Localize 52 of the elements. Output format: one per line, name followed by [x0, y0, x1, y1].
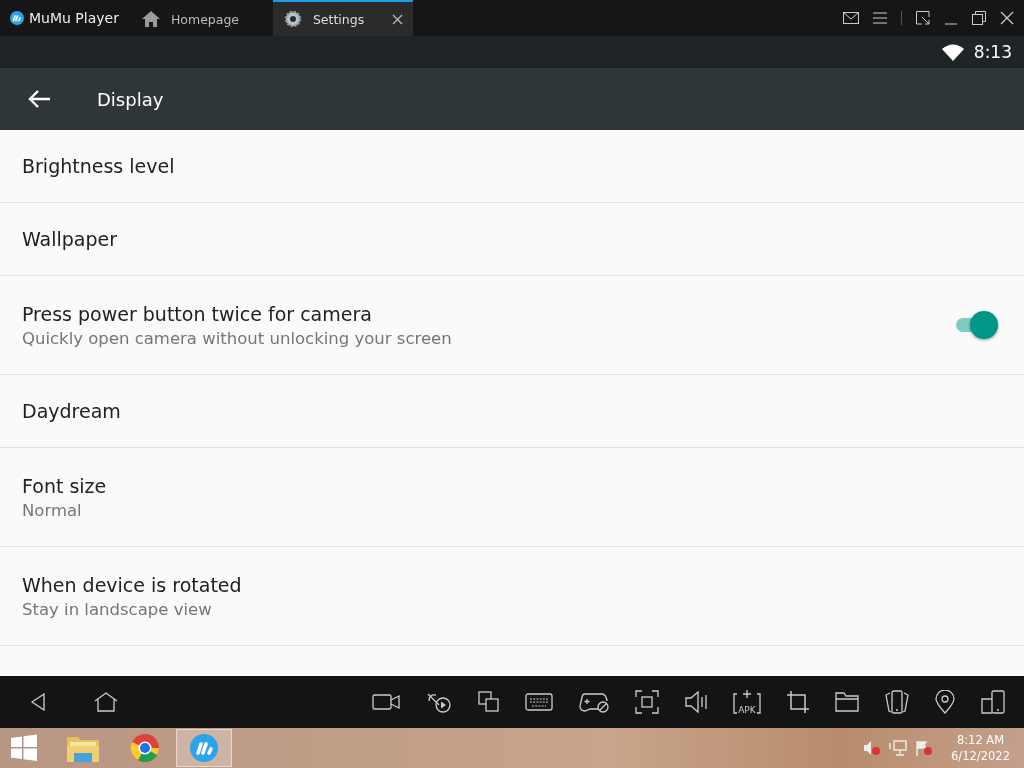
- taskbar-app-button[interactable]: [176, 729, 232, 767]
- setting-title: Daydream: [22, 400, 122, 422]
- close-icon[interactable]: [391, 13, 403, 25]
- folder-icon[interactable]: [834, 692, 859, 712]
- speaker-icon[interactable]: [684, 691, 708, 713]
- mail-icon[interactable]: [843, 12, 859, 24]
- tab[interactable]: Homepage: [130, 0, 271, 36]
- app-logo-icon: [10, 11, 24, 25]
- window-title: MuMu Player: [29, 10, 119, 26]
- settings-item[interactable]: When device is rotated Stay in landscape view: [0, 547, 1024, 646]
- resize-icon[interactable]: [916, 11, 930, 25]
- setting-title: Wallpaper: [22, 228, 119, 250]
- setting-summary: Normal: [22, 500, 83, 520]
- clock: 8:13: [973, 42, 1012, 62]
- muted-speaker-icon[interactable]: [863, 740, 882, 756]
- setting-title: Brightness level: [22, 155, 176, 177]
- settings-item[interactable]: Press power button twice for camera Quickly open camera without unlocking your screen: [0, 276, 1024, 375]
- settings-item[interactable]: Daydream: [0, 375, 1024, 448]
- shake-phone-icon[interactable]: [883, 690, 910, 714]
- restore-icon[interactable]: [972, 11, 986, 25]
- gamepad-icon[interactable]: [578, 691, 611, 713]
- close-icon[interactable]: [1000, 11, 1014, 25]
- setting-summary: Stay in landscape view: [22, 599, 213, 619]
- gear-icon: [282, 9, 303, 29]
- screen-title: Display: [97, 88, 164, 110]
- copy-icon[interactable]: [478, 691, 501, 713]
- video-camera-icon[interactable]: [372, 693, 401, 711]
- location-pin-icon[interactable]: [934, 690, 955, 714]
- windows-start-icon[interactable]: [10, 734, 38, 762]
- back-icon[interactable]: [30, 693, 46, 711]
- setting-title: Font size: [22, 474, 108, 497]
- rotate-device-icon[interactable]: [979, 690, 1006, 714]
- back-arrow-icon[interactable]: [27, 89, 51, 109]
- setting-title: When device is rotated: [22, 573, 243, 596]
- setting-title: Press power button twice for camera: [22, 302, 373, 325]
- settings-item[interactable]: Wallpaper: [0, 203, 1024, 276]
- home-icon[interactable]: [94, 692, 118, 712]
- settings-item[interactable]: Font size Normal: [0, 448, 1024, 547]
- settings-item[interactable]: Brightness level: [0, 130, 1024, 203]
- browser-icon[interactable]: [130, 733, 160, 763]
- menu-icon[interactable]: [873, 12, 887, 24]
- crop-icon[interactable]: [785, 690, 810, 714]
- app-logo-icon: [189, 733, 219, 763]
- play-icon[interactable]: [425, 691, 454, 713]
- home-icon: [140, 10, 161, 28]
- install-apk-button[interactable]: APK: [732, 689, 761, 715]
- keyboard-icon[interactable]: [525, 693, 554, 711]
- fullscreen-icon[interactable]: [635, 690, 660, 714]
- flag-icon[interactable]: [915, 740, 934, 756]
- wifi-icon: [941, 43, 964, 61]
- tab[interactable]: Settings: [272, 0, 413, 36]
- setting-summary: Quickly open camera without unlocking your screen: [22, 328, 453, 348]
